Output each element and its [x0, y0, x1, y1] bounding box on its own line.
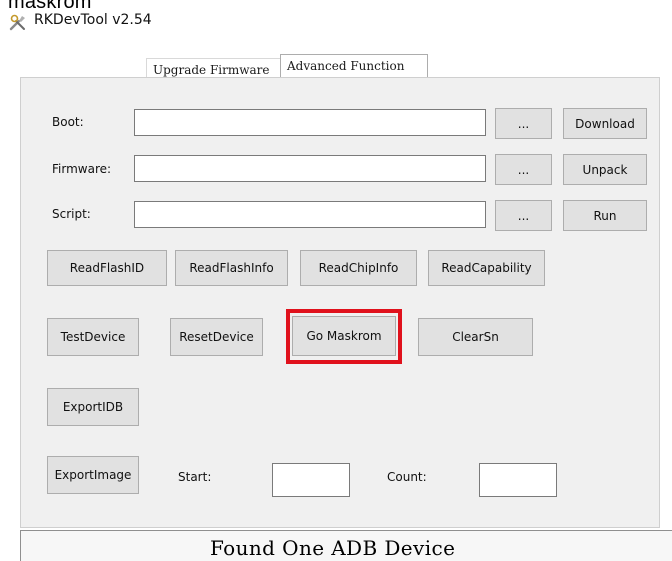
firmware-browse-button[interactable]: ...: [495, 154, 552, 185]
tab-advanced-function[interactable]: Advanced Function: [280, 54, 428, 78]
status-message: Found One ADB Device: [210, 536, 456, 560]
start-label: Start:: [178, 470, 212, 484]
run-button[interactable]: Run: [563, 200, 647, 231]
export-image-button[interactable]: ExportImage: [47, 456, 139, 494]
boot-path-field[interactable]: [134, 109, 486, 136]
boot-browse-button[interactable]: ...: [495, 108, 552, 139]
firmware-path-field[interactable]: [134, 155, 486, 182]
script-path-field[interactable]: [134, 201, 486, 228]
test-device-button[interactable]: TestDevice: [47, 318, 139, 356]
read-capability-button[interactable]: ReadCapability: [428, 250, 545, 286]
tools-icon: [9, 14, 25, 31]
download-button[interactable]: Download: [563, 108, 647, 139]
start-input[interactable]: [272, 463, 350, 497]
read-flash-id-button[interactable]: ReadFlashID: [47, 250, 167, 286]
count-label: Count:: [387, 470, 427, 484]
export-idb-button[interactable]: ExportIDB: [47, 388, 139, 426]
app-title: RKDevTool v2.54: [34, 12, 152, 28]
reset-device-button[interactable]: ResetDevice: [170, 318, 263, 356]
read-flash-info-button[interactable]: ReadFlashInfo: [175, 250, 288, 286]
script-label: Script:: [52, 207, 91, 221]
script-browse-button[interactable]: ...: [495, 200, 552, 231]
clear-sn-button[interactable]: ClearSn: [418, 318, 533, 356]
go-maskrom-highlight: [286, 309, 402, 364]
boot-label: Boot:: [52, 115, 84, 129]
firmware-label: Firmware:: [52, 162, 112, 176]
unpack-button[interactable]: Unpack: [563, 154, 647, 185]
count-input[interactable]: [479, 463, 557, 497]
read-chip-info-button[interactable]: ReadChipInfo: [300, 250, 417, 286]
